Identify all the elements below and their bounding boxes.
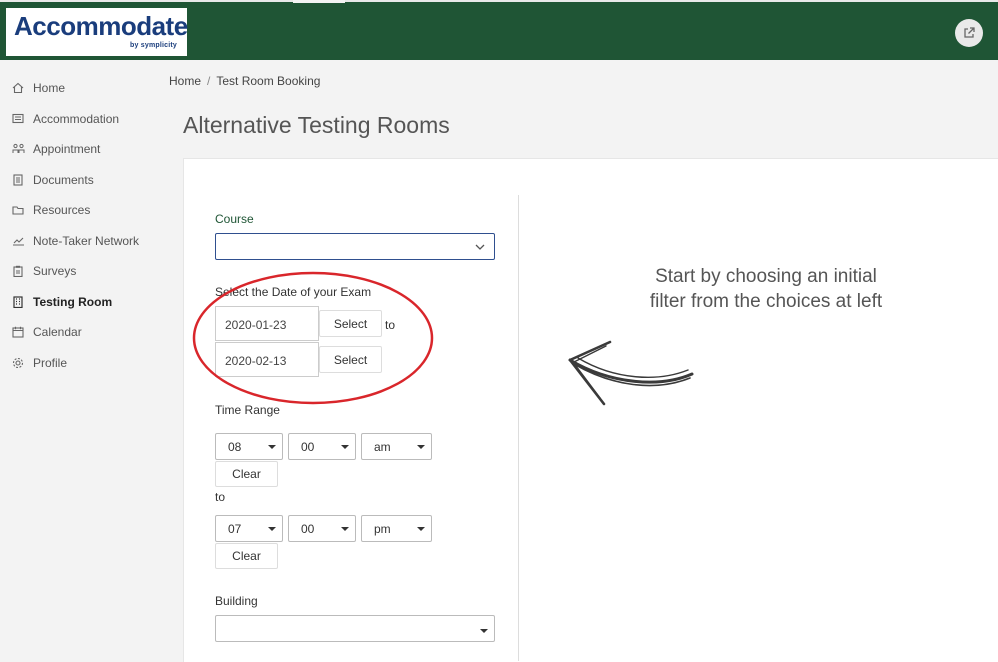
start-time-clear-button[interactable]: Clear — [215, 461, 278, 487]
sidebar-item-label: Testing Room — [33, 295, 113, 309]
breadcrumb-separator: / — [207, 74, 211, 88]
date-to-select-button[interactable]: Select — [319, 346, 382, 373]
breadcrumb-home[interactable]: Home — [169, 74, 201, 88]
building-label: Building — [215, 594, 258, 608]
end-ampm-value: pm — [374, 522, 391, 536]
sidebar-item-label: Documents — [33, 173, 94, 187]
sidebar-item-calendar[interactable]: Calendar — [0, 317, 165, 347]
sidebar-item-label: Accommodation — [33, 112, 120, 126]
sidebar-item-testing-room[interactable]: Testing Room — [0, 287, 165, 317]
caret-down-icon — [416, 523, 426, 537]
breadcrumb: Home / Test Room Booking — [169, 74, 320, 88]
breadcrumb-current: Test Room Booking — [216, 74, 321, 88]
start-hour-value: 08 — [228, 440, 242, 454]
sidebar-item-label: Resources — [33, 203, 91, 217]
date-from-select-button[interactable]: Select — [319, 310, 382, 337]
start-minute-value: 00 — [301, 440, 315, 454]
sidebar-item-profile[interactable]: Profile — [0, 348, 165, 378]
sidebar-item-home[interactable]: Home — [0, 73, 165, 103]
sidebar-item-label: Surveys — [33, 264, 77, 278]
course-label: Course — [215, 212, 254, 226]
date-to-input[interactable]: 2020-02-13 — [215, 342, 319, 377]
end-minute-value: 00 — [301, 522, 315, 536]
people-icon — [11, 142, 25, 156]
building-select[interactable] — [215, 615, 495, 642]
time-to-text: to — [215, 490, 226, 504]
date-to-text: to — [385, 318, 396, 332]
start-ampm-select[interactable]: am — [361, 433, 432, 460]
home-icon — [11, 81, 25, 95]
empty-state-hint: Start by choosing an initial filter from… — [649, 266, 883, 312]
sidebar-item-accommodation[interactable]: Accommodation — [0, 104, 165, 134]
start-ampm-value: am — [374, 440, 391, 454]
caret-down-icon — [479, 623, 489, 641]
caret-down-icon — [340, 523, 350, 537]
tab-indicator — [293, 0, 345, 3]
chevron-down-icon — [474, 240, 486, 258]
logo-byline: by symplicity — [130, 42, 177, 49]
app-logo[interactable]: Accommodate by symplicity — [6, 8, 188, 56]
start-minute-select[interactable]: 00 — [288, 433, 356, 460]
page-title: Alternative Testing Rooms — [183, 112, 450, 138]
time-range-label: Time Range — [215, 403, 280, 417]
logo-text: Accommodate — [14, 11, 188, 41]
external-link-icon — [964, 27, 975, 38]
start-hour-select[interactable]: 08 — [215, 433, 283, 460]
external-link-button[interactable] — [955, 19, 983, 47]
calendar-icon — [11, 325, 25, 339]
end-hour-value: 07 — [228, 522, 242, 536]
folder-icon — [11, 203, 25, 217]
sidebar-item-resources[interactable]: Resources — [0, 195, 165, 225]
top-bar: Accommodate by symplicity — [0, 0, 998, 60]
column-divider — [518, 195, 519, 661]
sidebar-item-label: Note-Taker Network — [33, 234, 140, 248]
sidebar-item-label: Home — [33, 81, 66, 95]
documents-icon — [11, 173, 25, 187]
clipboard-icon — [11, 264, 25, 278]
sidebar-item-appointment[interactable]: Appointment — [0, 134, 165, 164]
caret-down-icon — [340, 441, 350, 455]
end-ampm-select[interactable]: pm — [361, 515, 432, 542]
sidebar-item-label: Calendar — [33, 325, 82, 339]
sidebar-item-label: Appointment — [33, 142, 101, 156]
date-label: Select the Date of your Exam — [215, 285, 372, 299]
end-time-clear-button[interactable]: Clear — [215, 543, 278, 569]
date-from-input[interactable]: 2020-01-23 — [215, 306, 319, 341]
building-icon — [11, 295, 25, 309]
caret-down-icon — [416, 441, 426, 455]
gear-icon — [11, 356, 25, 370]
chart-icon — [11, 234, 25, 248]
end-minute-select[interactable]: 00 — [288, 515, 356, 542]
caret-down-icon — [267, 441, 277, 455]
course-select[interactable] — [215, 233, 495, 260]
comment-list-icon — [11, 112, 25, 126]
sidebar-item-note-taker-network[interactable]: Note-Taker Network — [0, 226, 165, 256]
sidebar-item-label: Profile — [33, 356, 68, 370]
sidebar-item-surveys[interactable]: Surveys — [0, 256, 165, 286]
caret-down-icon — [267, 523, 277, 537]
end-hour-select[interactable]: 07 — [215, 515, 283, 542]
sidebar-item-documents[interactable]: Documents — [0, 165, 165, 195]
